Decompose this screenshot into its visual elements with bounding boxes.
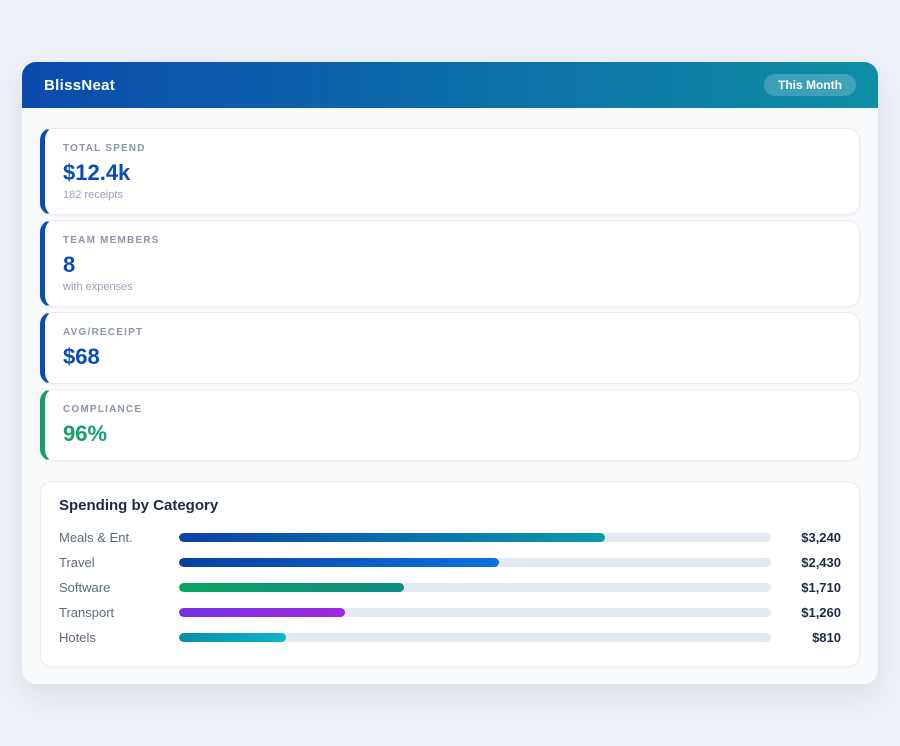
- category-label: Hotels: [59, 630, 179, 645]
- stat-label: AVG/RECEIPT: [63, 326, 841, 340]
- category-label: Travel: [59, 555, 179, 570]
- stat-subtext: with expenses: [63, 280, 841, 295]
- bar-track: [179, 608, 771, 617]
- chart-row-transport: Transport $1,260: [59, 600, 841, 625]
- bar-fill: [179, 608, 345, 617]
- app-title: BlissNeat: [44, 77, 115, 94]
- app-header: BlissNeat This Month: [22, 62, 878, 108]
- main-content: TOTAL SPEND $12.4k 182 receipts TEAM MEM…: [22, 108, 878, 667]
- stat-label: TOTAL SPEND: [63, 142, 841, 156]
- bar-fill: [179, 533, 605, 542]
- dashboard-panel: BlissNeat This Month TOTAL SPEND $12.4k …: [22, 62, 878, 684]
- bar-fill: [179, 558, 499, 567]
- category-value: $3,240: [779, 530, 841, 545]
- bar-track: [179, 533, 771, 542]
- stat-card-total-spend: TOTAL SPEND $12.4k 182 receipts: [40, 128, 860, 215]
- bar-fill: [179, 583, 404, 592]
- category-value: $1,710: [779, 580, 841, 595]
- category-label: Software: [59, 580, 179, 595]
- stat-card-team-members: TEAM MEMBERS 8 with expenses: [40, 220, 860, 307]
- stat-value: 8: [63, 250, 841, 280]
- stat-label: COMPLIANCE: [63, 403, 841, 417]
- bar-track: [179, 633, 771, 642]
- category-value: $2,430: [779, 555, 841, 570]
- chart-row-hotels: Hotels $810: [59, 625, 841, 650]
- stat-value: $68: [63, 342, 841, 372]
- spending-by-category-chart: Spending by Category Meals & Ent. $3,240…: [40, 481, 860, 667]
- chart-row-software: Software $1,710: [59, 575, 841, 600]
- category-value: $1,260: [779, 605, 841, 620]
- stat-value: $12.4k: [63, 158, 841, 188]
- chart-title: Spending by Category: [59, 497, 841, 514]
- bar-fill: [179, 633, 286, 642]
- stat-card-avg-receipt: AVG/RECEIPT $68: [40, 312, 860, 384]
- stat-card-compliance: COMPLIANCE 96%: [40, 389, 860, 461]
- category-value: $810: [779, 630, 841, 645]
- bar-track: [179, 558, 771, 567]
- period-badge[interactable]: This Month: [764, 74, 856, 96]
- chart-row-meals: Meals & Ent. $3,240: [59, 525, 841, 550]
- stat-value: 96%: [63, 419, 841, 449]
- chart-row-travel: Travel $2,430: [59, 550, 841, 575]
- bar-track: [179, 583, 771, 592]
- category-label: Meals & Ent.: [59, 530, 179, 545]
- category-label: Transport: [59, 605, 179, 620]
- stat-subtext: 182 receipts: [63, 188, 841, 203]
- stat-label: TEAM MEMBERS: [63, 234, 841, 248]
